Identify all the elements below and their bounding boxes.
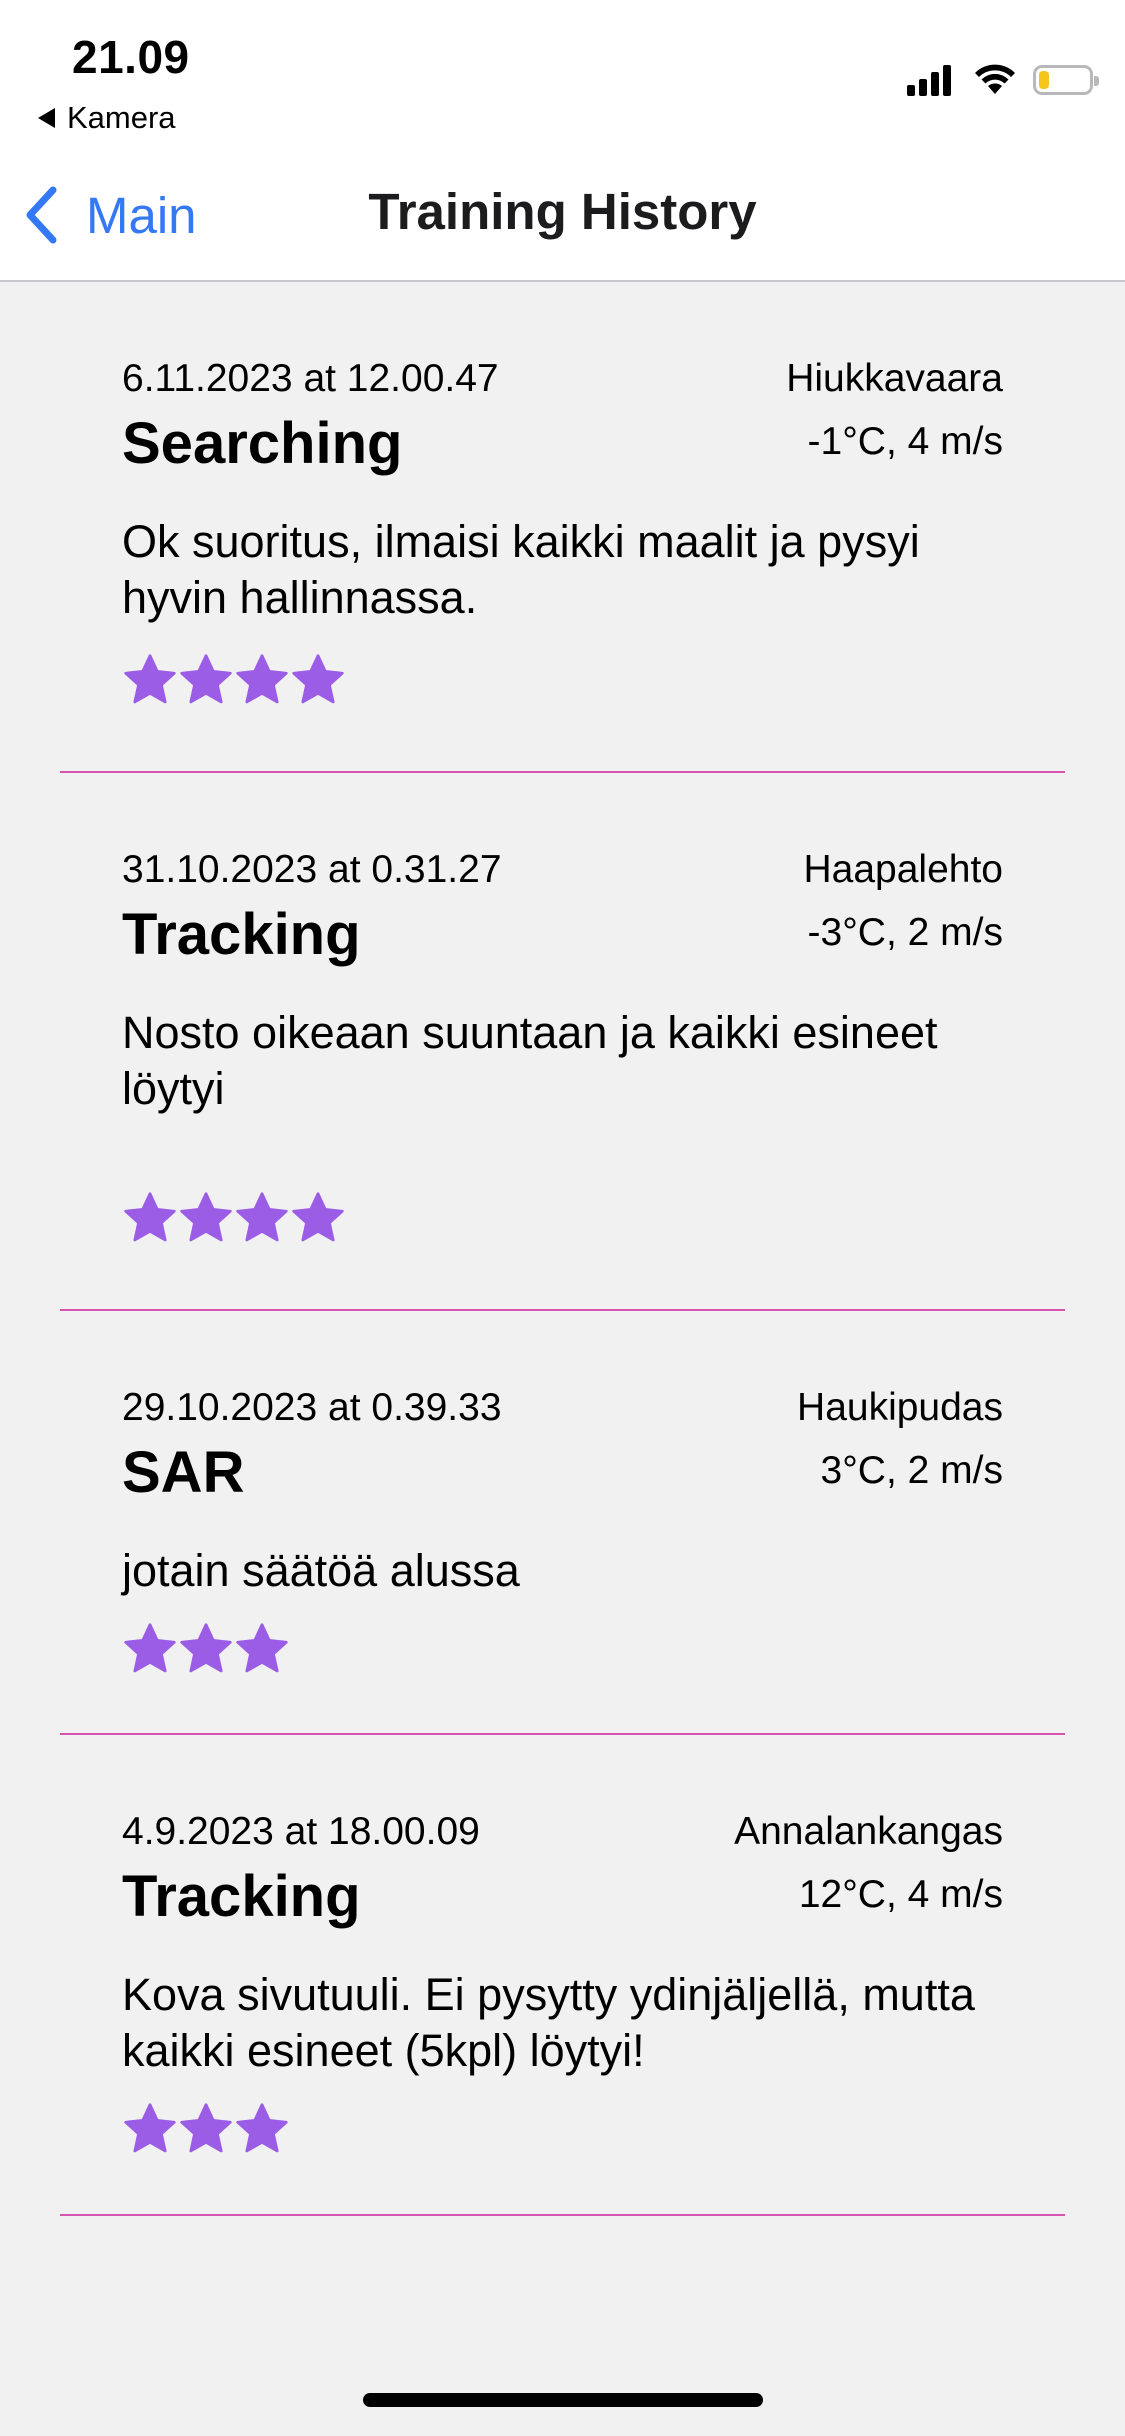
entry-training-type: Tracking [122, 902, 361, 967]
star-icon [236, 2103, 288, 2153]
entry-note: Nosto oikeaan suuntaan ja kaikki esineet… [122, 1007, 938, 1114]
entry-weather: -1°C, 4 m/s [807, 420, 1003, 463]
page-title: Training History [368, 183, 757, 240]
status-icons [907, 58, 1099, 102]
star-icon [180, 654, 232, 704]
entry-training-type: Searching [122, 411, 403, 476]
battery-icon [1033, 65, 1099, 95]
status-bar: 21.09 Kamera [0, 0, 1125, 150]
entry-rating [122, 1621, 290, 1677]
entry-training-type: Tracking [122, 1864, 361, 1929]
star-icon [180, 1623, 232, 1673]
entry-date: 29.10.2023 at 0.39.33 [122, 1386, 502, 1429]
entry-weather: 12°C, 4 m/s [798, 1873, 1003, 1916]
navigation-bar: Main Training History [0, 150, 1125, 282]
cellular-signal-icon [907, 64, 955, 96]
entry-location: Haapalehto [803, 848, 1004, 891]
entry-location: Annalankangas [734, 1810, 1003, 1853]
entry-rating [122, 2101, 290, 2157]
training-entry[interactable]: 6.11.2023 at 12.00.47 Hiukkavaara Search… [60, 282, 1065, 773]
entry-date: 4.9.2023 at 18.00.09 [122, 1810, 480, 1853]
training-entry[interactable]: 29.10.2023 at 0.39.33 Haukipudas SAR 3°C… [60, 1311, 1065, 1735]
entry-note: jotain säätöä alussa [122, 1545, 520, 1596]
entry-date: 6.11.2023 at 12.00.47 [122, 357, 499, 400]
entry-location: Haukipudas [797, 1386, 1003, 1429]
entry-rating [122, 652, 346, 708]
home-indicator[interactable] [363, 2393, 763, 2407]
star-icon [180, 1192, 232, 1242]
entry-training-type: SAR [122, 1440, 245, 1505]
star-icon [236, 1192, 288, 1242]
entry-weather: -3°C, 2 m/s [807, 911, 1003, 954]
entry-location: Hiukkavaara [786, 357, 1003, 400]
star-icon [180, 2103, 232, 2153]
star-icon [124, 1192, 176, 1242]
back-app-label: Kamera [67, 100, 176, 135]
star-icon [236, 654, 288, 704]
star-icon [292, 654, 344, 704]
entry-weather: 3°C, 2 m/s [820, 1449, 1003, 1492]
back-triangle-icon [38, 108, 55, 128]
star-icon [292, 1192, 344, 1242]
status-time: 21.09 [72, 31, 190, 83]
training-entry[interactable]: 31.10.2023 at 0.31.27 Haapalehto Trackin… [60, 773, 1065, 1311]
star-icon [124, 2103, 176, 2153]
screen: 21.09 Kamera Main Training History 6.11.… [0, 0, 1125, 2436]
battery-fill [1039, 71, 1049, 89]
training-entry[interactable]: 4.9.2023 at 18.00.09 Annalankangas Track… [60, 1735, 1065, 2216]
wifi-icon [975, 64, 1015, 94]
back-to-app-link[interactable]: Kamera [38, 100, 176, 136]
entry-note: Kova sivutuuli. Ei pysytty ydinjäljellä,… [122, 1969, 975, 2076]
entry-date: 31.10.2023 at 0.31.27 [122, 848, 502, 891]
star-icon [124, 1623, 176, 1673]
entry-note: Ok suoritus, ilmaisi kaikki maalit ja py… [122, 516, 920, 623]
star-icon [236, 1623, 288, 1673]
entry-rating [122, 1190, 346, 1246]
star-icon [124, 654, 176, 704]
